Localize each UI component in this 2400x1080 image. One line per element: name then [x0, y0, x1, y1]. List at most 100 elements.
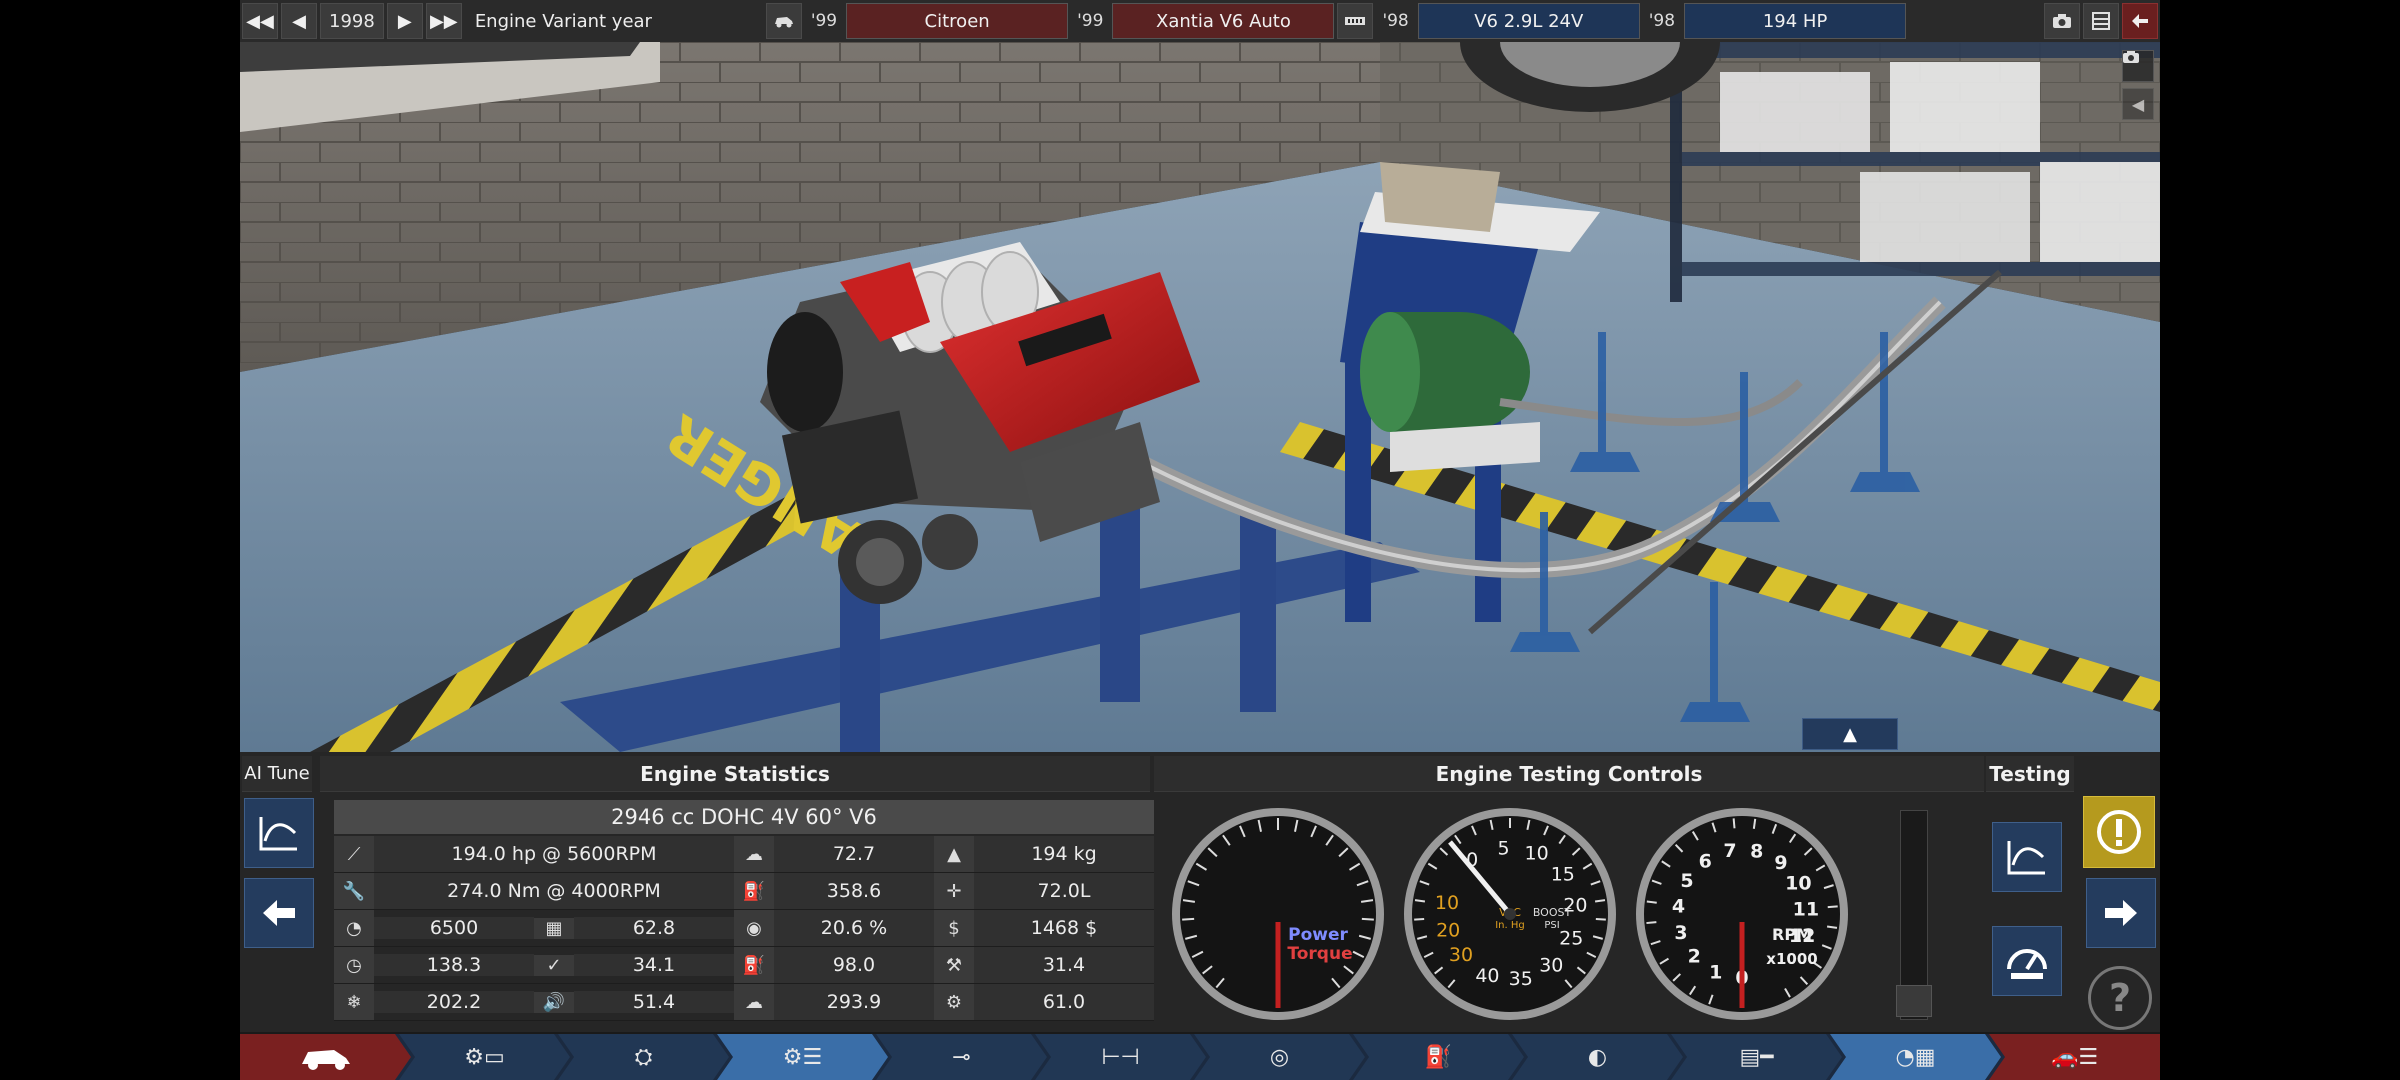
car-year: '99 [810, 11, 838, 31]
dyno-graph-button[interactable] [1992, 822, 2062, 892]
power-icon: ⟋ [334, 836, 374, 873]
car-icon [298, 1042, 354, 1072]
testing-header: Testing [1986, 756, 2074, 792]
torque-label: Torque [1287, 944, 1352, 964]
stat-row5-split: 202.2 🔊 51.4 [374, 984, 734, 1021]
rpm-tick-label: 2 [1688, 946, 1701, 968]
ai-tune-curve-button[interactable] [244, 798, 314, 868]
engine-variant-icon: ⚙☰ [782, 1044, 823, 1070]
fuel-pump-icon: ⛽ [1424, 1044, 1453, 1070]
ai-tune-header[interactable]: AI Tune [242, 756, 312, 792]
previous-step-button[interactable] [244, 878, 314, 948]
boost-tick-label: 15 [1551, 863, 1575, 885]
collapse-panel-button[interactable]: ▲ [1802, 718, 1898, 750]
forward-year-button[interactable]: ▶▶ [425, 3, 462, 39]
car-icon-button[interactable] [765, 3, 802, 39]
year-display[interactable]: 1998 [320, 3, 384, 39]
service-cost-icon: ⚙ [934, 984, 974, 1021]
nav-aspiration[interactable]: ◎ [1194, 1034, 1365, 1080]
stat-row3-split: 6500 ▦ 62.8 [374, 910, 734, 947]
stat-size: 72.0L [974, 873, 1154, 910]
nav-testing[interactable]: ◔▦ [1830, 1034, 2001, 1080]
stat-cost: 1468 $ [974, 910, 1154, 947]
rewind-year-button[interactable]: ◀◀ [242, 3, 278, 39]
camera-icon [2053, 14, 2071, 28]
brand-field[interactable]: Citroen [846, 3, 1069, 39]
mode-label: Engine Variant year [474, 10, 652, 32]
warning-button[interactable] [2083, 796, 2155, 868]
rpm-tick-label: 9 [1774, 852, 1787, 874]
next-year-button[interactable]: ▶ [386, 3, 423, 39]
back-button[interactable] [2122, 3, 2158, 39]
octane-icon: ⛽ [734, 947, 774, 984]
bottom-panel: AI Tune Engine Statistics 2946 cc DOHC 4… [240, 752, 2160, 1032]
scene-illustration: DANGER [240, 42, 2160, 752]
screenshot-button[interactable] [2044, 3, 2080, 39]
muffler-icon: ▤━ [1739, 1044, 1774, 1070]
vac-tick-label: 30 [1449, 944, 1473, 966]
exclamation-circle-icon [2097, 810, 2141, 854]
up-triangle-icon: ▲ [1843, 723, 1857, 745]
nav-engine-variant[interactable]: ⚙☰ [717, 1034, 888, 1080]
vac-unit: In. Hg [1495, 920, 1525, 931]
throttle-test-button[interactable] [1992, 926, 2062, 996]
rpm-tick-label: 4 [1672, 896, 1685, 918]
engine-block-icon [1345, 17, 1366, 25]
gauge-tick [1752, 818, 1757, 829]
rpm-tick-label: 1 [1709, 961, 1722, 983]
stat-right5: 61.0 [974, 984, 1154, 1021]
nav-exhaust[interactable]: ◐ [1512, 1034, 1683, 1080]
gauge-tick [1595, 918, 1606, 921]
boost-tick-label: 30 [1539, 954, 1563, 976]
spreadsheet-icon [2092, 12, 2110, 30]
engine-test-scene: DANGER ◀ ▲ [240, 42, 2160, 752]
car-config-icon: 🚗☰ [2050, 1044, 2099, 1070]
gauge-tick [1646, 900, 1657, 904]
nav-car[interactable] [240, 1034, 411, 1080]
nav-muffler[interactable]: ▤━ [1671, 1034, 1842, 1080]
stat-mid4: 98.0 [774, 947, 934, 984]
boost-label: BOOST [1533, 906, 1572, 919]
scene-collapse-side-button[interactable]: ◀ [2122, 88, 2154, 120]
nav-engine-family[interactable]: ⚙▭ [399, 1034, 570, 1080]
nav-engine-block[interactable]: ⛭ [558, 1034, 729, 1080]
prev-year-button[interactable]: ◀ [281, 3, 317, 39]
nav-top-end[interactable]: ⊢⊣ [1035, 1034, 1206, 1080]
rpm-tick-label: 6 [1699, 851, 1712, 873]
fuel-economy-icon: ⛽ [734, 873, 774, 910]
next-step-button[interactable] [2086, 878, 2156, 948]
nav-car-design[interactable]: 🚗☰ [1989, 1034, 2160, 1080]
right-arrow-icon: ▶ [397, 10, 412, 32]
throttle-slider-handle[interactable] [1896, 985, 1932, 1017]
rpm-tick-label: 7 [1723, 840, 1736, 862]
help-button[interactable]: ? [2088, 966, 2152, 1030]
stat-rpm-limit: 6500 [374, 917, 534, 939]
rpm-unit: x1000 [1766, 950, 1817, 968]
cooling-icon: ▦ [534, 917, 574, 939]
stat-mid1: 72.7 [774, 836, 934, 873]
variant-field[interactable]: 194 HP [1684, 3, 1907, 39]
testing-controls-header: Engine Testing Controls [1154, 756, 1984, 792]
gauge-tick [1182, 917, 1195, 921]
production-units-icon: ⚒ [934, 947, 974, 984]
stat-weight: 194 kg [974, 836, 1154, 873]
model-field[interactable]: Xantia V6 Auto [1112, 3, 1335, 39]
boost-tick-label: 35 [1509, 968, 1533, 990]
smoothness-icon: ☁ [734, 836, 774, 873]
pistons-icon: ⛭ [634, 1044, 653, 1070]
engine-field[interactable]: V6 2.9L 24V [1417, 3, 1640, 39]
spec-sheet-button[interactable] [2083, 3, 2119, 39]
gauge-tick [1361, 917, 1374, 921]
engine-folder-icon: ⚙▭ [464, 1044, 505, 1070]
nav-fuel[interactable]: ⛽ [1353, 1034, 1524, 1080]
scene-tools: ◀ [2122, 50, 2154, 120]
boost-unit: PSI [1544, 920, 1559, 931]
stat-c3: 51.4 [574, 991, 734, 1013]
snowflake-icon: ❄ [334, 984, 374, 1021]
nav-bottom-end[interactable]: ⊸ [876, 1034, 1047, 1080]
scene-camera-button[interactable] [2122, 50, 2154, 82]
engine-stats-grid: ⟋ 194.0 hp @ 5600RPM ☁ 72.7 ▲ 194 kg 🔧 2… [334, 836, 1154, 1021]
speaker-icon: 🔊 [534, 991, 574, 1013]
engine-icon-button[interactable] [1337, 3, 1374, 39]
gauge-tick [1414, 918, 1425, 921]
